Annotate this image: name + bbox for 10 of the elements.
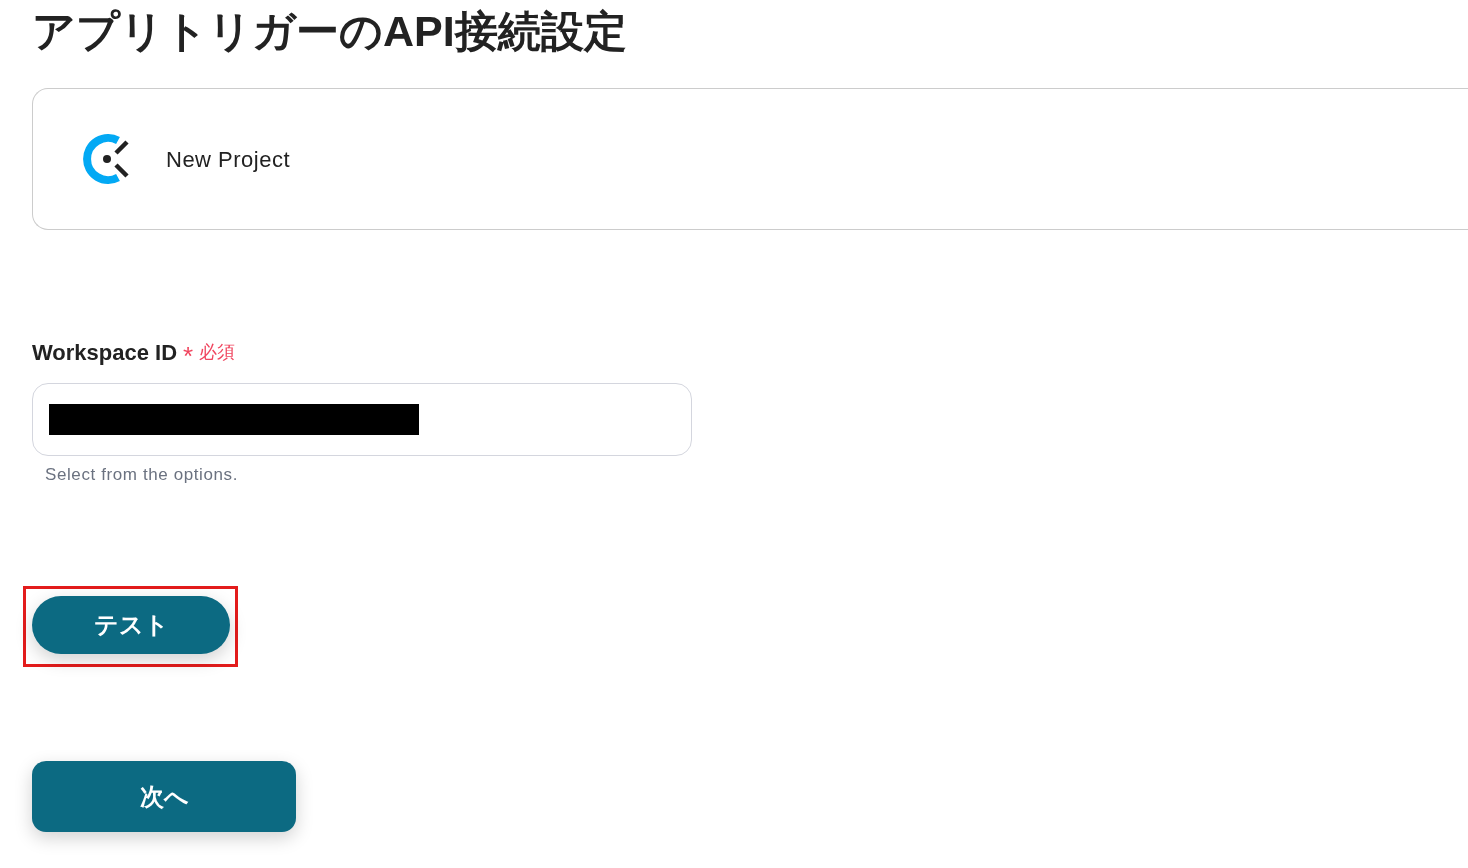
required-asterisk: *: [183, 343, 194, 369]
field-label: Workspace ID: [32, 338, 178, 367]
required-label: 必須: [199, 340, 236, 364]
clock-logo-icon: [82, 134, 130, 184]
project-name: New Project: [166, 145, 291, 174]
next-button[interactable]: 次へ: [32, 761, 296, 832]
field-hint: Select from the options.: [45, 464, 238, 486]
page-title: アプリトリガーのAPI接続設定: [32, 6, 627, 57]
test-button[interactable]: テスト: [32, 596, 230, 654]
input-field[interactable]: [32, 383, 692, 456]
